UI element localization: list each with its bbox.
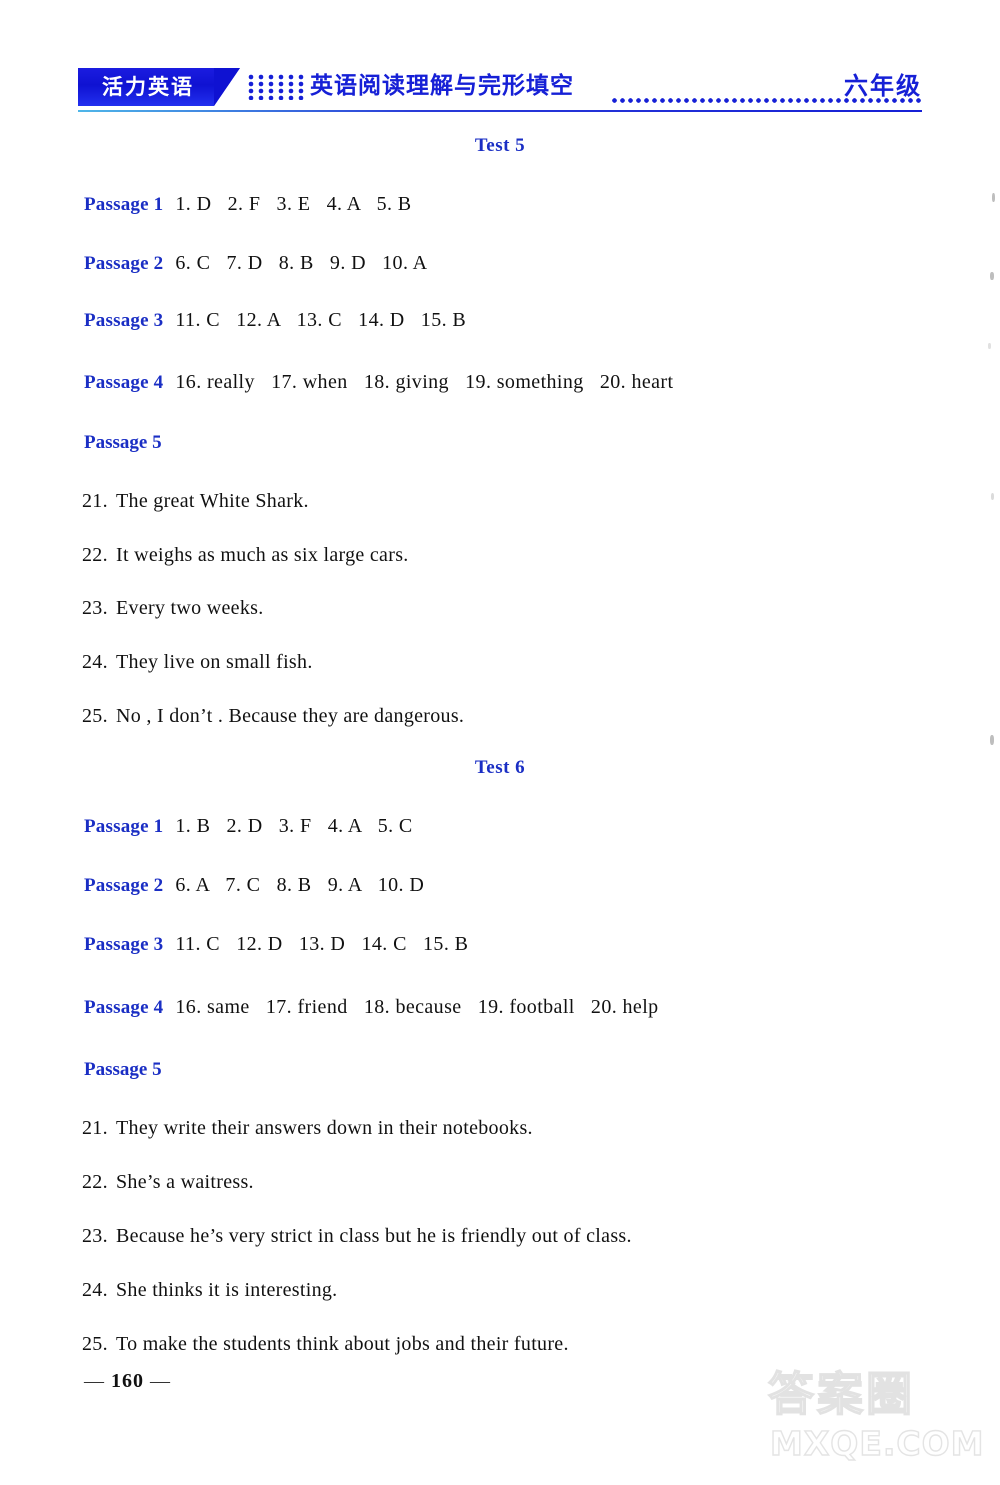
- page-number: — 160 —: [84, 1370, 171, 1393]
- answer-text: No , I don’t . Because they are dangerou…: [116, 705, 465, 727]
- passage-label: Passage 3: [84, 310, 164, 331]
- passage-row: Passage 4 16. really 17. when 18. giving …: [84, 370, 673, 395]
- answer-text: They write their answers down in their n…: [116, 1117, 533, 1139]
- answer-key-page: 活力英语 英语阅读理解与完形填空 六年级 Test 5 Passage 1 1. …: [0, 0, 1000, 1485]
- passage-answers: 11. C 12. D 13. D 14. C 15. B: [175, 933, 469, 955]
- passage-answers: 1. B 2. D 3. F 4. A 5. C: [175, 815, 413, 837]
- passage-label: Passage 3: [84, 934, 164, 955]
- header-dot-pattern-icon: [248, 74, 308, 100]
- answer-number: 21.: [82, 490, 108, 512]
- page-number-left-dash: —: [84, 1370, 105, 1392]
- answer-text: The great White Shark.: [116, 490, 309, 512]
- header-dotted-rule: [612, 98, 922, 103]
- passage-row: Passage 1 1. D 2. F 3. E 4. A 5. B: [84, 192, 412, 217]
- passage-label: Passage 4: [84, 997, 164, 1018]
- answer-number: 22.: [82, 1171, 108, 1193]
- answer-item: 22. She’s a waitress.: [82, 1171, 254, 1194]
- answer-item: 23. Every two weeks.: [82, 597, 264, 620]
- watermark: 答案圈 MXQE.COM: [760, 1362, 984, 1477]
- answer-number: 21.: [82, 1117, 108, 1139]
- answer-text: She’s a waitress.: [116, 1171, 254, 1193]
- scan-speck: [991, 493, 994, 500]
- answer-text: They live on small fish.: [116, 651, 313, 673]
- passage-label: Passage 1: [84, 816, 164, 837]
- passage-row: Passage 2 6. A 7. C 8. B 9. A 10. D: [84, 873, 424, 898]
- passage-answers: 11. C 12. A 13. C 14. D 15. B: [175, 309, 467, 331]
- watermark-chinese-text: 答案圈: [767, 1366, 915, 1422]
- answer-item: 21. They write their answers down in thei…: [82, 1117, 533, 1140]
- answer-text: Because he’s very strict in class but he…: [116, 1225, 632, 1247]
- passage-heading: Passage 5: [84, 1059, 162, 1080]
- answer-number: 24.: [82, 651, 108, 673]
- scan-speck: [990, 272, 994, 280]
- answer-item: 24. They live on small fish.: [82, 651, 313, 674]
- passage-row: Passage 4 16. same 17. friend 18. because…: [84, 995, 659, 1020]
- answer-item: 25. To make the students think about jobs…: [82, 1333, 569, 1356]
- passage-heading: Passage 5: [84, 432, 162, 453]
- passage-answers: 16. same 17. friend 18. because 19. foot…: [175, 996, 659, 1018]
- passage-label: Passage 4: [84, 372, 164, 393]
- answer-text: Every two weeks.: [116, 597, 264, 619]
- passage-row: Passage 1 1. B 2. D 3. F 4. A 5. C: [84, 814, 413, 839]
- answer-number: 23.: [82, 597, 108, 619]
- passage-answers: 16. really 17. when 18. giving 19. somet…: [175, 371, 674, 393]
- passage-label: Passage 1: [84, 194, 164, 215]
- header-book-title: 英语阅读理解与完形填空: [310, 73, 574, 99]
- header-brand-label: 活力英语: [102, 75, 194, 99]
- answer-item: 23. Because he’s very strict in class but…: [82, 1225, 632, 1248]
- answer-number: 23.: [82, 1225, 108, 1247]
- passage-label: Passage 2: [84, 253, 164, 274]
- answer-item: 25. No , I don’t . Because they are dange…: [82, 705, 464, 728]
- page-number-right-dash: —: [150, 1370, 171, 1392]
- passage-answers: 6. C 7. D 8. B 9. D 10. A: [175, 252, 428, 274]
- passage-row: Passage 3 11. C 12. A 13. C 14. D 15. B: [84, 308, 466, 333]
- answer-number: 25.: [82, 705, 108, 727]
- passage-answers: 1. D 2. F 3. E 4. A 5. B: [175, 193, 412, 215]
- test-title-6: Test 6: [474, 757, 526, 778]
- passage-label: Passage 2: [84, 875, 164, 896]
- scan-speck: [988, 343, 991, 349]
- answer-item: 24. She thinks it is interesting.: [82, 1279, 337, 1302]
- watermark-domain-text: MXQE.COM: [769, 1423, 985, 1463]
- answer-text: To make the students think about jobs an…: [116, 1333, 569, 1355]
- answer-text: It weighs as much as six large cars.: [116, 544, 409, 566]
- answer-number: 22.: [82, 544, 108, 566]
- answer-text: She thinks it is interesting.: [116, 1279, 338, 1301]
- answer-item: 22. It weighs as much as six large cars.: [82, 544, 409, 567]
- passage-row: Passage 3 11. C 12. D 13. D 14. C 15. B: [84, 932, 468, 957]
- passage-row: Passage 2 6. C 7. D 8. B 9. D 10. A: [84, 251, 428, 276]
- scan-speck: [990, 735, 994, 745]
- answer-number: 24.: [82, 1279, 108, 1301]
- header-underline-rule: [78, 110, 922, 112]
- passage-answers: 6. A 7. C 8. B 9. A 10. D: [175, 874, 425, 896]
- page-number-value: 160: [111, 1370, 144, 1392]
- test-title-5: Test 5: [474, 135, 526, 156]
- scan-speck: [992, 193, 995, 202]
- answer-number: 25.: [82, 1333, 108, 1355]
- answer-item: 21. The great White Shark.: [82, 490, 309, 513]
